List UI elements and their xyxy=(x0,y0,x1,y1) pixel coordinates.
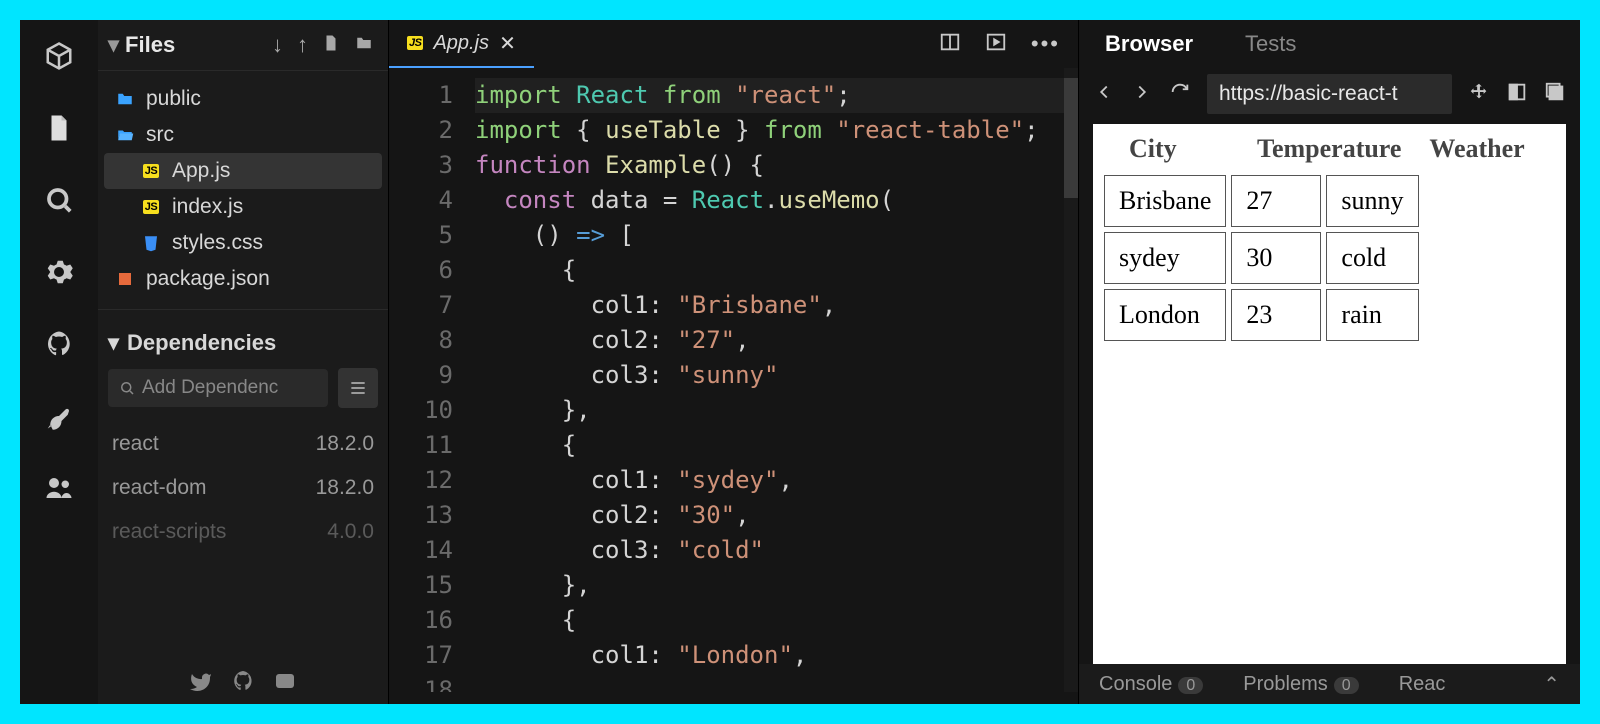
split-icon[interactable] xyxy=(939,31,961,58)
problems-tab[interactable]: Problems0 xyxy=(1243,673,1358,696)
reload-icon[interactable] xyxy=(1169,81,1191,108)
table-row: London23rain xyxy=(1104,289,1419,341)
file-public[interactable]: public xyxy=(104,81,382,117)
js-icon: JS xyxy=(140,164,162,178)
dependency-list: react 18.2.0 react-dom 18.2.0 react-scripts 4… xyxy=(98,418,388,558)
bottom-panel: Console0 Problems0 Reac ⌃ xyxy=(1079,664,1580,704)
chevron-down-icon[interactable]: ▾ xyxy=(108,32,119,58)
sidebar-title: Files xyxy=(125,32,175,58)
back-icon[interactable] xyxy=(1093,81,1115,108)
dependency-version: 4.0.0 xyxy=(327,520,374,544)
chevron-down-icon[interactable]: ▾ xyxy=(108,330,119,356)
dependency-version: 18.2.0 xyxy=(316,476,374,500)
file-label: App.js xyxy=(172,159,230,183)
upload-icon[interactable]: ↑ xyxy=(297,32,308,58)
preview-column: Browser Tests https://basic-react-t City… xyxy=(1078,20,1580,704)
users-icon[interactable] xyxy=(41,470,77,506)
table-cell: sunny xyxy=(1326,175,1418,227)
window-icon[interactable] xyxy=(1506,81,1528,108)
tab-browser[interactable]: Browser xyxy=(1079,20,1219,68)
js-icon: JS xyxy=(407,36,423,50)
dependency-version: 18.2.0 xyxy=(316,432,374,456)
tab-label: App.js xyxy=(433,32,489,55)
file-src[interactable]: src xyxy=(104,117,382,153)
table-cell: 30 xyxy=(1231,232,1321,284)
file-sidebar: ▾ Files ↓ ↑ public src JS App.js JS index.js s… xyxy=(98,20,388,704)
more-icon[interactable]: ••• xyxy=(1031,31,1060,58)
dependency-row[interactable]: react 18.2.0 xyxy=(112,422,374,466)
tab-tests[interactable]: Tests xyxy=(1219,20,1322,68)
popout-icon[interactable] xyxy=(1544,81,1566,108)
js-icon: JS xyxy=(140,200,162,214)
file-icon[interactable] xyxy=(41,110,77,146)
search-icon[interactable] xyxy=(41,182,77,218)
folder-open-icon xyxy=(114,126,136,144)
move-icon[interactable] xyxy=(1468,81,1490,108)
twitter-icon[interactable] xyxy=(189,669,213,698)
folder-icon xyxy=(114,90,136,108)
json-icon xyxy=(114,270,136,288)
vertical-scrollbar[interactable] xyxy=(1064,68,1078,704)
close-icon[interactable]: ✕ xyxy=(499,31,516,56)
table-cell: London xyxy=(1104,289,1226,341)
table-cell: rain xyxy=(1326,289,1418,341)
table-cell: 23 xyxy=(1231,289,1321,341)
output-table: Brisbane27sunnysydey30coldLondon23rain xyxy=(1099,170,1424,346)
file-label: styles.css xyxy=(172,231,263,255)
table-header: Weather xyxy=(1429,134,1524,164)
dependency-row[interactable]: react-dom 18.2.0 xyxy=(112,466,374,510)
gear-icon[interactable] xyxy=(41,254,77,290)
tab-app-js[interactable]: JS App.js ✕ xyxy=(389,20,534,68)
search-icon xyxy=(118,379,136,397)
cube-icon[interactable] xyxy=(41,38,77,74)
dependency-row[interactable]: react-scripts 4.0.0 xyxy=(112,510,374,554)
download-icon[interactable]: ↓ xyxy=(272,32,283,58)
dependency-name: react-dom xyxy=(112,476,207,500)
file-styles-css[interactable]: styles.css xyxy=(104,225,382,261)
dependency-name: react-scripts xyxy=(112,520,226,544)
console-tab[interactable]: Console0 xyxy=(1099,673,1203,696)
github-icon[interactable] xyxy=(231,669,255,698)
css-icon xyxy=(140,234,162,252)
file-list: public src JS App.js JS index.js styles.css pac… xyxy=(98,77,388,301)
table-row: sydey30cold xyxy=(1104,232,1419,284)
table-header: Temperature xyxy=(1257,134,1401,164)
react-devtools-tab[interactable]: Reac xyxy=(1399,673,1446,696)
file-App-js[interactable]: JS App.js xyxy=(104,153,382,189)
browser-output: CityTemperatureWeather Brisbane27sunnysy… xyxy=(1093,124,1566,664)
preview-pane-icon[interactable] xyxy=(985,31,1007,58)
dependency-search-input[interactable]: Add Dependenc xyxy=(108,369,328,407)
table-row: Brisbane27sunny xyxy=(1104,175,1419,227)
code-editor[interactable]: 123456789101112131415161718 import React… xyxy=(389,68,1078,704)
dependencies-title: Dependencies xyxy=(127,330,276,356)
rocket-icon[interactable] xyxy=(41,398,77,434)
new-folder-icon[interactable] xyxy=(354,32,374,58)
file-label: index.js xyxy=(172,195,243,219)
table-cell: 27 xyxy=(1231,175,1321,227)
table-cell: cold xyxy=(1326,232,1418,284)
horizontal-scrollbar[interactable] xyxy=(499,694,699,704)
file-package-json[interactable]: package.json xyxy=(104,261,382,297)
editor-column: JS App.js ✕ ••• 123456789101112131415161… xyxy=(388,20,1078,704)
file-index-js[interactable]: JS index.js xyxy=(104,189,382,225)
discord-icon[interactable] xyxy=(273,669,297,698)
url-input[interactable]: https://basic-react-t xyxy=(1207,74,1452,114)
file-label: src xyxy=(146,123,174,147)
file-label: package.json xyxy=(146,267,270,291)
dependency-name: react xyxy=(112,432,159,456)
github-icon[interactable] xyxy=(41,326,77,362)
activity-bar xyxy=(20,20,98,704)
dependency-search-placeholder: Add Dependenc xyxy=(142,377,278,399)
file-label: public xyxy=(146,87,201,111)
table-cell: Brisbane xyxy=(1104,175,1226,227)
table-header: City xyxy=(1129,134,1229,164)
chevron-up-icon[interactable]: ⌃ xyxy=(1543,672,1560,697)
forward-icon[interactable] xyxy=(1131,81,1153,108)
table-cell: sydey xyxy=(1104,232,1226,284)
new-file-icon[interactable] xyxy=(322,32,340,58)
dependency-menu-button[interactable] xyxy=(338,368,378,408)
